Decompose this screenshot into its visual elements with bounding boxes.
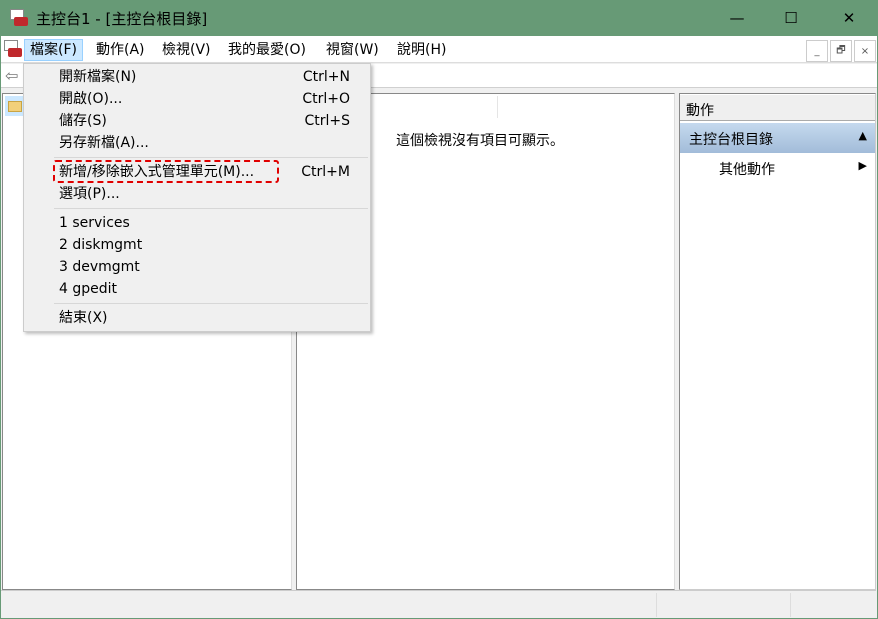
- menu-view[interactable]: 檢視(V): [156, 39, 217, 61]
- tree-item-console-root[interactable]: [5, 96, 25, 116]
- menu-item-label: 3 devmgmt: [59, 259, 140, 275]
- console-icon[interactable]: [4, 40, 24, 60]
- collapse-up-icon[interactable]: ▲: [859, 129, 867, 142]
- menu-item-label: 2 diskmgmt: [59, 237, 143, 253]
- action-pane: 動作 主控台根目錄 ▲ 其他動作 ▶: [679, 93, 876, 590]
- menu-bar: 檔案(F) 動作(A) 檢視(V) 我的最愛(O) 視窗(W) 說明(H) _ …: [1, 36, 877, 63]
- menu-window[interactable]: 視窗(W): [320, 39, 385, 61]
- menu-item-save[interactable]: 儲存(S) Ctrl+S: [24, 110, 370, 132]
- menu-item-shortcut: Ctrl+M: [301, 164, 350, 180]
- menu-item-shortcut: Ctrl+N: [302, 69, 350, 85]
- menu-item-shortcut: Ctrl+O: [302, 91, 350, 107]
- close-button[interactable]: ✕: [826, 0, 872, 36]
- menu-item-label: 結束(X): [59, 310, 108, 326]
- mmc-app-icon: [10, 9, 28, 27]
- menu-action[interactable]: 動作(A): [90, 39, 151, 61]
- title-bar: 主控台1 - [主控台根目錄] — ☐ ✕: [0, 0, 878, 36]
- menu-item-label: 1 services: [59, 215, 130, 231]
- menu-item-recent-1[interactable]: 1 services: [24, 212, 370, 234]
- menu-item-recent-4[interactable]: 4 gpedit: [24, 278, 370, 300]
- menu-item-label: 另存新檔(A)...: [59, 135, 149, 151]
- menu-separator: [54, 208, 368, 209]
- menu-item-options[interactable]: 選項(P)...: [24, 183, 370, 205]
- menu-help[interactable]: 說明(H): [391, 39, 452, 61]
- mdi-restore-button[interactable]: 🗗: [830, 40, 852, 62]
- file-menu-dropdown: 開新檔案(N) Ctrl+N 開啟(O)... Ctrl+O 儲存(S) Ctrl+S…: [23, 63, 371, 332]
- highlight-annotation-box: [53, 160, 279, 183]
- more-actions-label: 其他動作: [719, 162, 775, 178]
- action-section-label: 主控台根目錄: [689, 132, 773, 148]
- menu-item-label: 開新檔案(N): [59, 69, 137, 85]
- menu-item-label: 儲存(S): [59, 113, 107, 129]
- menu-item-shortcut: Ctrl+S: [304, 113, 350, 129]
- action-section-console-root[interactable]: 主控台根目錄 ▲: [680, 123, 875, 153]
- menu-separator: [54, 157, 368, 158]
- mdi-minimize-button[interactable]: _: [806, 40, 828, 62]
- maximize-button[interactable]: ☐: [768, 0, 814, 36]
- submenu-arrow-icon: ▶: [858, 159, 867, 172]
- menu-item-exit[interactable]: 結束(X): [24, 307, 370, 329]
- menu-item-recent-3[interactable]: 3 devmgmt: [24, 256, 370, 278]
- window-title: 主控台1 - [主控台根目錄]: [36, 10, 208, 28]
- menu-item-new[interactable]: 開新檔案(N) Ctrl+N: [24, 66, 370, 88]
- empty-message: 這個檢視沒有項目可顯示。: [396, 133, 564, 149]
- action-more-actions[interactable]: 其他動作 ▶: [680, 155, 875, 179]
- mdi-close-button[interactable]: ×: [854, 40, 876, 62]
- back-arrow-icon[interactable]: ⇦: [5, 66, 18, 85]
- menu-item-label: 選項(P)...: [59, 186, 120, 202]
- menu-item-label: 開啟(O)...: [59, 91, 123, 107]
- status-divider: [790, 593, 791, 617]
- minimize-button[interactable]: —: [714, 0, 760, 36]
- menu-favorites[interactable]: 我的最愛(O): [222, 39, 312, 61]
- action-pane-header: 動作: [680, 95, 875, 121]
- menu-separator: [54, 303, 368, 304]
- menu-item-open[interactable]: 開啟(O)... Ctrl+O: [24, 88, 370, 110]
- menu-item-save-as[interactable]: 另存新檔(A)...: [24, 132, 370, 154]
- status-divider: [656, 593, 657, 617]
- folder-icon: [8, 101, 22, 112]
- status-bar: [1, 590, 876, 618]
- menu-item-label: 4 gpedit: [59, 281, 118, 297]
- column-divider: [497, 96, 498, 118]
- menu-file[interactable]: 檔案(F): [24, 39, 83, 61]
- menu-item-recent-2[interactable]: 2 diskmgmt: [24, 234, 370, 256]
